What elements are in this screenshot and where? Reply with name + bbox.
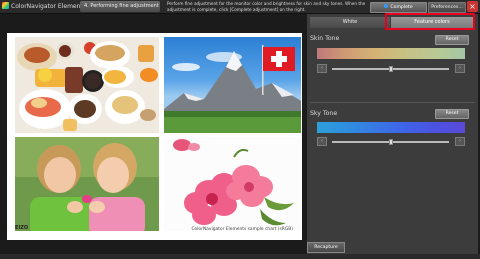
skin-tone-gradient	[317, 48, 465, 59]
chart-caption: ColorNavigator Elements sample chart (sR…	[191, 227, 293, 232]
status-bar	[0, 254, 480, 259]
title-bar: ColorNavigator Elements 4. Performing fi…	[0, 0, 480, 19]
skin-tone-label: Skin Tone	[310, 35, 340, 42]
step-tab[interactable]: 4. Performing fine adjustment	[80, 1, 160, 12]
section-divider	[310, 102, 475, 103]
adjustment-panel: White Feature colors Skin Tone Reset ‹ ›…	[307, 14, 478, 254]
feature-colors-highlight	[385, 13, 475, 30]
complete-adjustment-button[interactable]: Complete adjustment	[370, 2, 427, 19]
skin-tone-plus-icon[interactable]: ›	[455, 64, 465, 73]
sky-tone-slider[interactable]	[332, 139, 449, 145]
mountain-photo	[164, 37, 301, 133]
app-name: ColorNavigator Elements	[11, 3, 86, 10]
instruction-text: Perform fine adjustment for the monitor …	[167, 1, 366, 12]
close-icon[interactable]: ×	[467, 1, 478, 12]
skin-tone-slider-thumb[interactable]	[388, 66, 393, 72]
sky-tone-reset-button[interactable]: Reset	[435, 109, 469, 119]
sample-chart-panel: EIZO ColorNavigator Elements sample char…	[7, 33, 302, 240]
sky-tone-plus-icon[interactable]: ›	[455, 137, 465, 146]
skin-tone-reset-button[interactable]: Reset	[435, 35, 469, 45]
status-dot-icon	[384, 4, 389, 8]
recapture-button[interactable]: Recapture	[307, 242, 345, 253]
sky-tone-gradient	[317, 122, 465, 133]
skin-tone-slider[interactable]	[332, 66, 449, 72]
app-logo-icon	[2, 2, 9, 9]
app-title: ColorNavigator Elements	[2, 1, 86, 12]
flowers-photo	[164, 137, 301, 231]
preferences-button[interactable]: Preferences...	[428, 2, 466, 13]
children-photo	[15, 137, 159, 231]
sky-tone-minus-icon[interactable]: ‹	[317, 137, 327, 146]
sky-tone-label: Sky Tone	[310, 110, 338, 117]
tab-white[interactable]: White	[310, 17, 390, 28]
skin-tone-minus-icon[interactable]: ‹	[317, 64, 327, 73]
breakfast-photo	[15, 37, 159, 133]
eizo-logo: EIZO	[15, 225, 29, 231]
sky-tone-slider-thumb[interactable]	[388, 139, 393, 145]
